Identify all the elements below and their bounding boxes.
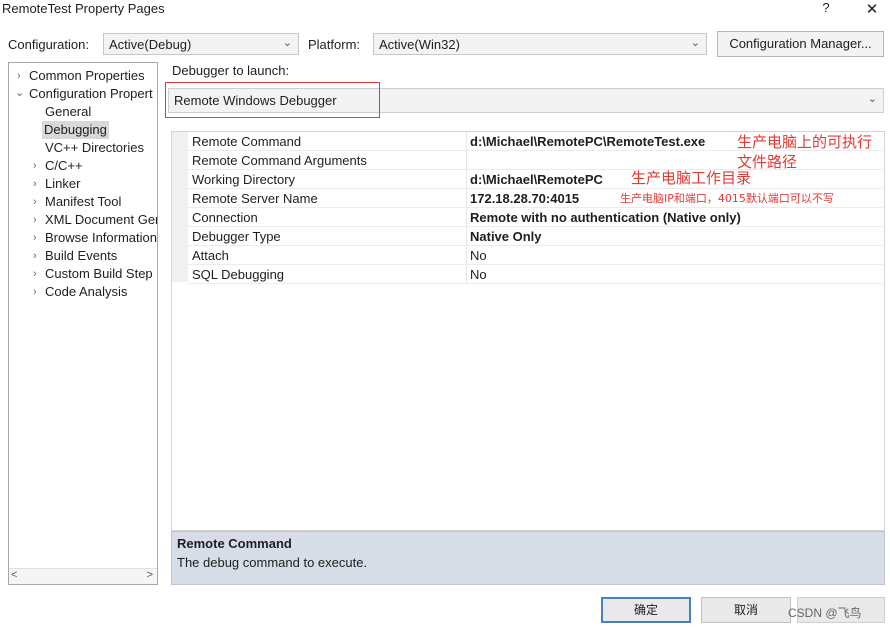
tree-item-vc-directories[interactable]: VC++ Directories [45, 139, 144, 157]
property-value[interactable]: No [470, 267, 487, 282]
property-name: Attach [192, 248, 229, 263]
close-icon[interactable]: ✕ [862, 0, 882, 18]
chevron-right-icon[interactable]: › [33, 247, 37, 265]
chevron-right-icon[interactable]: › [33, 265, 37, 283]
column-divider [466, 208, 467, 227]
tree-item-code-analysis[interactable]: Code Analysis [45, 283, 127, 301]
scroll-left-icon[interactable]: < [11, 569, 17, 581]
property-row-working-directory[interactable]: Working Directory d:\Michael\RemotePC [188, 170, 885, 189]
platform-select[interactable]: Active(Win32) ⌄ [373, 33, 707, 55]
property-value[interactable]: Remote with no authentication (Native on… [470, 210, 741, 225]
property-value[interactable]: No [470, 248, 487, 263]
column-divider [466, 151, 467, 170]
description-text: The debug command to execute. [177, 555, 368, 570]
configuration-value: Active(Debug) [109, 37, 192, 52]
column-divider [466, 132, 467, 151]
grid-gutter [172, 132, 188, 282]
tree-item-debugging[interactable]: Debugging [42, 121, 109, 139]
property-name: Remote Command [192, 134, 302, 149]
chevron-right-icon[interactable]: › [33, 157, 37, 175]
column-divider [466, 227, 467, 246]
property-name: Remote Command Arguments [192, 153, 367, 168]
tree-item-manifest-tool[interactable]: Manifest Tool [45, 193, 121, 211]
property-value[interactable]: 172.18.28.70:4015 [470, 191, 579, 206]
watermark-text: CSDN @飞鸟 [788, 606, 862, 620]
property-name: SQL Debugging [192, 267, 285, 282]
platform-value: Active(Win32) [379, 37, 460, 52]
description-pane: Remote Command The debug command to exec… [171, 531, 885, 585]
chevron-right-icon[interactable]: › [33, 283, 37, 301]
property-row-attach[interactable]: Attach No [188, 246, 885, 265]
chevron-down-icon: ⌄ [282, 37, 292, 49]
annotation-remote-command-1: 生产电脑上的可执行 [737, 133, 873, 151]
annotation-working-directory: 生产电脑工作目录 [631, 169, 752, 187]
help-button[interactable]: ? [819, 0, 833, 18]
tree-item-common-properties[interactable]: Common Properties [29, 67, 145, 85]
property-name: Remote Server Name [192, 191, 318, 206]
property-value[interactable]: Native Only [470, 229, 542, 244]
window-title: RemoteTest Property Pages [2, 1, 165, 16]
property-row-debugger-type[interactable]: Debugger Type Native Only [188, 227, 885, 246]
property-row-sql-debugging[interactable]: SQL Debugging No [188, 265, 885, 284]
property-value[interactable]: d:\Michael\RemotePC\RemoteTest.exe [470, 134, 705, 149]
title-bar: RemoteTest Property Pages ? ✕ [0, 0, 890, 22]
description-title: Remote Command [177, 536, 292, 551]
chevron-right-icon[interactable]: › [33, 229, 37, 247]
chevron-down-icon: ⌄ [690, 37, 700, 49]
column-divider [466, 189, 467, 208]
scroll-right-icon[interactable]: > [147, 569, 153, 581]
property-value[interactable]: d:\Michael\RemotePC [470, 172, 603, 187]
column-divider [466, 170, 467, 189]
property-tree: › Common Properties ⌄ Configuration Prop… [8, 62, 158, 585]
chevron-right-icon[interactable]: › [33, 211, 37, 229]
chevron-right-icon[interactable]: › [33, 193, 37, 211]
column-divider [466, 265, 467, 284]
annotation-highlight-box [165, 82, 380, 118]
chevron-down-icon: ⌄ [867, 93, 877, 105]
property-name: Debugger Type [192, 229, 281, 244]
configuration-select[interactable]: Active(Debug) ⌄ [103, 33, 299, 55]
tree-item-browse-information[interactable]: Browse Information [45, 229, 157, 247]
platform-label: Platform: [308, 37, 361, 52]
tree-item-general[interactable]: General [45, 103, 91, 121]
chevron-right-icon[interactable]: › [17, 67, 21, 85]
debugger-label: Debugger to launch: [172, 63, 290, 78]
property-name: Connection [192, 210, 258, 225]
ok-button[interactable]: 确定 [601, 597, 691, 623]
configuration-manager-button[interactable]: Configuration Manager... [717, 31, 884, 57]
tree-item-xml-document-generator[interactable]: XML Document Ger [45, 211, 157, 229]
tree-item-linker[interactable]: Linker [45, 175, 80, 193]
tree-item-configuration-properties[interactable]: Configuration Propert [29, 85, 153, 103]
annotation-server-name: 生产电脑IP和端口，4015默认端口可以不写 [620, 192, 834, 205]
tree-item-custom-build-step[interactable]: Custom Build Step [45, 265, 153, 283]
tree-item-build-events[interactable]: Build Events [45, 247, 117, 265]
cancel-button[interactable]: 取消 [701, 597, 791, 623]
chevron-right-icon[interactable]: › [33, 175, 37, 193]
chevron-down-icon[interactable]: ⌄ [15, 84, 24, 102]
tree-horizontal-scrollbar[interactable]: < > [9, 568, 157, 584]
property-row-connection[interactable]: Connection Remote with no authentication… [188, 208, 885, 227]
column-divider [466, 246, 467, 265]
property-name: Working Directory [192, 172, 296, 187]
configuration-label: Configuration: [8, 37, 89, 52]
tree-item-c-cpp[interactable]: C/C++ [45, 157, 83, 175]
